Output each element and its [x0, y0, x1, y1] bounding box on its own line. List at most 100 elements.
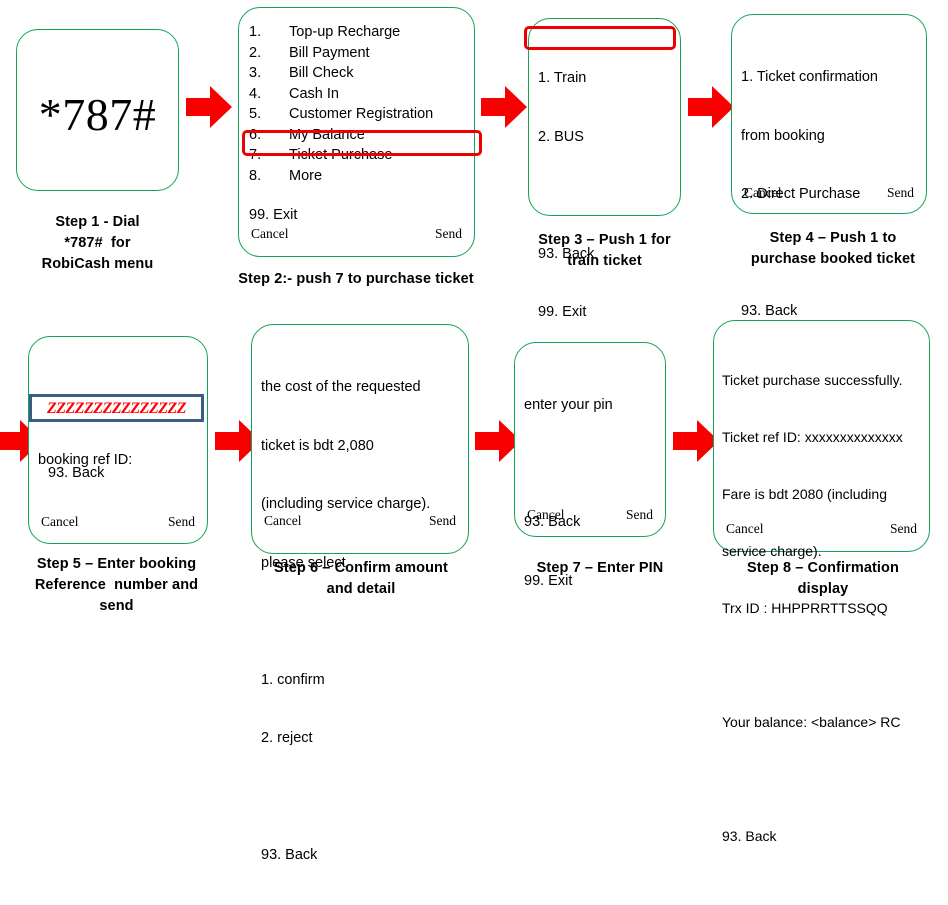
flow-arrow-1	[186, 86, 232, 128]
step5-caption-line-2: Reference number and	[34, 577, 199, 593]
booking-ref-input[interactable]: ZZZZZZZZZZZZZZZ	[29, 394, 204, 422]
step6-option-reject[interactable]: 2. reject	[261, 729, 460, 749]
step3-line-3	[538, 186, 672, 206]
step7-prompt: enter your pin	[524, 397, 613, 413]
step8-line-fare-1: Fare is bdt 2080 (including	[722, 486, 887, 502]
step4-screen-body: 1. Ticket confirmation from booking 2. D…	[732, 15, 926, 378]
menu-item-3[interactable]: 3. Bill Check	[249, 63, 466, 84]
step1-caption-line-3: RobiCash menu	[41, 256, 154, 272]
step8-line-blank-1	[722, 656, 923, 675]
menu-list: 1. Top-up Recharge 2. Bill Payment 3. Bi…	[249, 22, 466, 226]
menu-item-4-label: Cash In	[289, 85, 339, 102]
step2-caption-line-1: Step 2:- push 7 to purchase ticket	[238, 271, 474, 287]
step1-caption: Step 1 - Dial *787# for RobiCash menu	[10, 212, 185, 275]
menu-item-6-label: My Balance	[289, 126, 365, 143]
step4-line-back[interactable]: 93. Back	[741, 302, 918, 322]
menu-item-7-number: 7.	[249, 147, 262, 163]
step8-text: Ticket purchase successfully. Ticket ref…	[722, 333, 923, 884]
flow-arrow-2	[481, 86, 527, 128]
step8-line-balance: Your balance: <balance> RC	[722, 714, 901, 730]
menu-item-5-number: 5.	[249, 106, 262, 122]
step6-line-5	[261, 612, 460, 632]
step3-caption: Step 3 – Push 1 for train ticket	[508, 230, 701, 272]
menu-item-5[interactable]: 5. Customer Registration	[249, 104, 466, 125]
step7-screen: enter your pin 93. Back 99. Exit Cancel …	[514, 342, 666, 589]
step4-softkeys: Cancel Send	[744, 185, 914, 201]
menu-item-6-number: 6.	[249, 126, 262, 143]
step4-line-1[interactable]: 1. Ticket confirmation	[741, 68, 918, 88]
step2-softkeys: Cancel Send	[251, 226, 462, 242]
step8-option-back[interactable]: 93. Back	[722, 827, 923, 846]
booking-ref-input-value: ZZZZZZZZZZZZZZZ	[46, 400, 187, 417]
step3-menu-text: 1. Train 2. BUS 93. Back 99. Exit	[538, 30, 672, 362]
step5-softkeys: Cancel Send	[41, 514, 195, 530]
menu-item-2-number: 2.	[249, 44, 262, 61]
menu-item-5-label: Customer Registration	[289, 106, 434, 122]
menu-item-1[interactable]: 1. Top-up Recharge	[249, 22, 466, 43]
step8-screen: Ticket purchase successfully. Ticket ref…	[713, 320, 930, 844]
step8-caption-line-1: Step 8 – Confirmation	[747, 560, 899, 576]
step7-softkeys: Cancel Send	[527, 507, 653, 523]
step3-line-exit[interactable]: 99. Exit	[538, 303, 672, 323]
menu-item-exit-label: 99. Exit	[249, 207, 298, 223]
menu-item-7-ticket-purchase[interactable]: 7. Ticket Purchase	[249, 145, 466, 166]
step3-caption-line-2: train ticket	[567, 253, 642, 269]
step2-send-button[interactable]: Send	[435, 226, 462, 242]
step5-screen-body: Please provide the booking ref ID:	[29, 337, 207, 543]
step8-cancel-button[interactable]: Cancel	[726, 521, 763, 537]
step6-caption-line-1: Step 6 – Confirm amount	[274, 560, 448, 576]
menu-item-4[interactable]: 4. Cash In	[249, 84, 466, 105]
step4-screen: 1. Ticket confirmation from booking 2. D…	[731, 14, 927, 378]
step7-caption-line-1: Step 7 – Enter PIN	[536, 560, 664, 576]
step6-caption: Step 6 – Confirm amount and detail	[247, 558, 475, 600]
step8-softkeys: Cancel Send	[726, 521, 917, 537]
step6-line-2: ticket is bdt 2,080	[261, 437, 374, 454]
step7-caption: Step 7 – Enter PIN	[505, 558, 695, 579]
step7-send-button[interactable]: Send	[626, 507, 653, 523]
step2-cancel-button[interactable]: Cancel	[251, 226, 288, 242]
menu-item-6[interactable]: 6. My Balance	[249, 125, 466, 146]
menu-item-8-number: 8.	[249, 167, 262, 184]
step6-screen: the cost of the requested ticket is bdt …	[251, 324, 469, 863]
step1-screen-body: *787#	[17, 30, 178, 190]
step8-caption-line-2: display	[797, 581, 849, 597]
step1-caption-line-1: Step 1 - Dial	[55, 214, 140, 230]
menu-item-2[interactable]: 2. Bill Payment	[249, 43, 466, 64]
step8-line-trx-id: Trx ID : HHPPRRTTSSQQ	[722, 600, 888, 616]
step7-cancel-button[interactable]: Cancel	[527, 507, 564, 523]
step5-caption: Step 5 – Enter booking Reference number …	[4, 554, 229, 617]
step3-screen-body: 1. Train 2. BUS 93. Back 99. Exit	[529, 19, 680, 320]
step3-line-2[interactable]: 2. BUS	[538, 128, 672, 148]
step6-line-8	[261, 788, 460, 808]
step6-option-back[interactable]: 93. Back	[261, 846, 460, 866]
step4-caption: Step 4 – Push 1 to purchase booked ticke…	[722, 228, 944, 270]
step6-option-confirm[interactable]: 1. confirm	[261, 671, 460, 691]
step4-send-button[interactable]: Send	[887, 185, 914, 201]
menu-item-3-label: Bill Check	[289, 65, 354, 81]
step5-back-line[interactable]: 93. Back	[48, 464, 104, 484]
step2-caption: Step 2:- push 7 to purchase ticket	[196, 269, 516, 290]
step7-text: enter your pin 93. Back 99. Exit	[524, 357, 657, 630]
step8-send-button[interactable]: Send	[890, 521, 917, 537]
step5-caption-line-3: send	[99, 598, 134, 614]
menu-item-8[interactable]: 8. More	[249, 166, 466, 187]
step5-send-button[interactable]: Send	[168, 514, 195, 530]
step4-cancel-button[interactable]: Cancel	[744, 185, 781, 201]
dial-code-text: *787#	[38, 89, 157, 140]
menu-item-3-number: 3.	[249, 65, 262, 81]
menu-item-1-label: Top-up Recharge	[289, 24, 401, 40]
step3-screen: 1. Train 2. BUS 93. Back 99. Exit	[528, 18, 681, 320]
step3-line-1[interactable]: 1. Train	[538, 69, 672, 89]
step6-send-button[interactable]: Send	[429, 513, 456, 529]
menu-item-8-label: More	[289, 167, 323, 184]
step1-screen: *787#	[16, 29, 179, 191]
step8-caption: Step 8 – Confirmation display	[712, 558, 934, 600]
step4-caption-line-1: Step 4 – Push 1 to	[769, 230, 897, 246]
step5-cancel-button[interactable]: Cancel	[41, 514, 78, 530]
menu-item-exit[interactable]: 99. Exit	[249, 205, 466, 226]
step2-screen: 1. Top-up Recharge 2. Bill Payment 3. Bi…	[238, 7, 475, 257]
step6-text: the cost of the requested ticket is bdt …	[261, 339, 460, 905]
step4-caption-line-2: purchase booked ticket	[750, 251, 916, 267]
step6-cancel-button[interactable]: Cancel	[264, 513, 301, 529]
step8-screen-body: Ticket purchase successfully. Ticket ref…	[714, 321, 929, 844]
